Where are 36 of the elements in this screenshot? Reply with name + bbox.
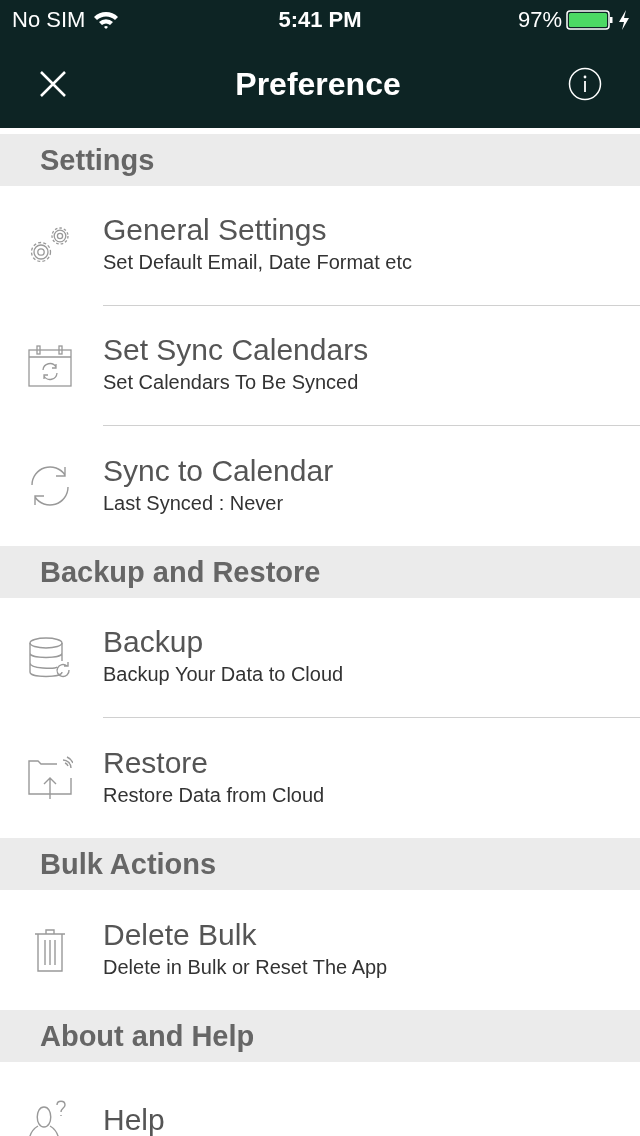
settings-row[interactable]: Help <box>0 1062 640 1136</box>
settings-row[interactable]: Backup Backup Your Data to Cloud <box>0 598 640 718</box>
folder-upload-icon <box>26 756 73 800</box>
row-subtitle: Set Calendars To Be Synced <box>103 371 360 394</box>
row-title: Restore <box>103 745 210 780</box>
settings-row[interactable]: Set Sync Calendars Set Calendars To Be Synced <box>0 306 640 426</box>
clock-time: 5:41 PM <box>278 7 362 33</box>
calendar-sync-icon <box>26 344 73 388</box>
battery-percent: 97% <box>517 7 562 33</box>
row-title: Help <box>103 1103 166 1136</box>
row-title: Backup <box>103 625 205 659</box>
section-header: Settings <box>0 134 640 186</box>
row-title: Delete Bulk <box>103 917 258 952</box>
settings-row[interactable]: Delete Bulk Delete in Bulk or Reset The App <box>0 890 640 1010</box>
row-title: Set Sync Calendars <box>103 333 370 367</box>
trash-icon <box>32 927 67 973</box>
carrier-label: No SIM <box>12 7 86 33</box>
row-subtitle: Last Synced : Never <box>103 491 285 515</box>
battery-icon <box>566 9 614 31</box>
section-header: Backup and Restore <box>0 546 640 598</box>
section-header: About and Help <box>0 1010 640 1062</box>
row-subtitle: Set Default Email, Date Format etc <box>103 251 413 274</box>
settings-row[interactable]: Restore Restore Data from Cloud <box>0 718 640 838</box>
charging-icon <box>618 9 630 31</box>
row-title: General Settings <box>103 213 328 247</box>
settings-row[interactable]: Sync to Calendar Last Synced : Never <box>0 426 640 546</box>
info-button[interactable] <box>566 65 604 103</box>
row-subtitle: Delete in Bulk or Reset The App <box>103 955 389 979</box>
row-subtitle: Backup Your Data to Cloud <box>103 663 345 686</box>
settings-row[interactable]: General Settings Set Default Email, Date Format etc <box>0 186 640 306</box>
section-header: Bulk Actions <box>0 838 640 890</box>
wifi-icon <box>93 10 120 30</box>
row-subtitle: Restore Data from Cloud <box>103 783 326 807</box>
screen-title: Preference <box>235 65 401 103</box>
database-sync-icon <box>26 636 73 680</box>
row-title: Sync to Calendar <box>103 453 335 488</box>
